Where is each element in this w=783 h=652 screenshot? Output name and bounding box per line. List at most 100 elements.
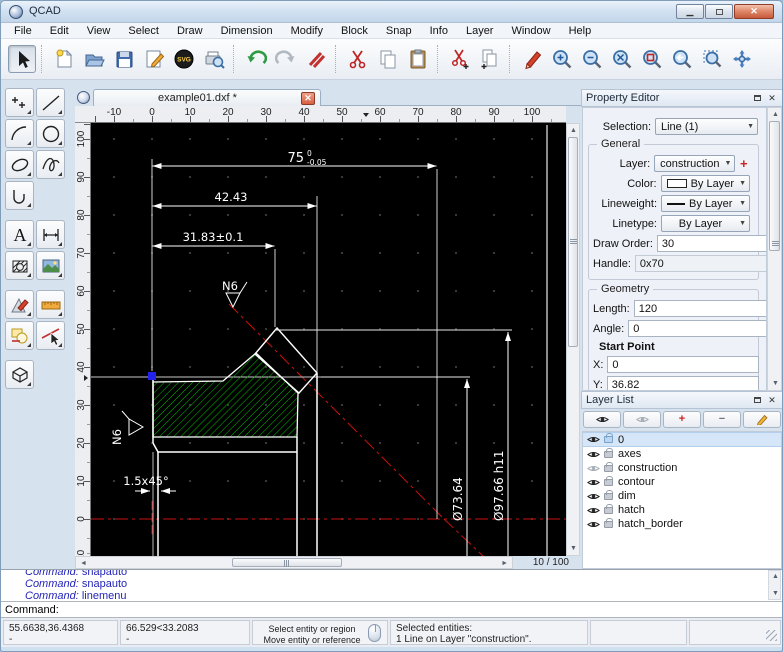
arc-tool-button[interactable] [5,119,34,148]
layer-row-hatch[interactable]: hatch [583,503,781,517]
modify-tool-button[interactable] [5,290,34,319]
layer-row-0[interactable]: 0 [583,432,781,447]
menu-view[interactable]: View [78,24,120,38]
add-layer-list-button[interactable]: + [663,411,701,428]
zoom-previous-button[interactable] [668,45,696,73]
draw-pencil-button[interactable] [518,45,546,73]
selection-combo[interactable]: Line (1) [655,118,758,135]
pe-scroll-up-arrow[interactable]: ▲ [772,111,779,118]
layer-row-construction[interactable]: construction [583,461,781,475]
show-all-layers-button[interactable] [583,411,621,428]
command-input[interactable] [63,603,783,617]
menu-layer[interactable]: Layer [457,24,503,38]
zoom-window-button[interactable] [698,45,726,73]
layer-visibility-off-icon[interactable] [587,464,600,473]
text-tool-button[interactable]: A [5,220,34,249]
history-scroll-down[interactable]: ▼ [772,590,779,597]
zoom-out-button[interactable] [578,45,606,73]
layer-lock-icon[interactable] [604,507,613,514]
cut-with-reference-button[interactable] [446,45,474,73]
polyline-tool-button[interactable] [5,181,34,210]
drawing-canvas[interactable]: 75 0 -0.05 42.43 31.83±0.1 1.5x45° N6 N6… [91,123,566,556]
layer-lock-icon[interactable] [604,451,613,458]
layer-lock-icon[interactable] [604,493,613,500]
horizontal-scroll-thumb[interactable] [232,558,342,567]
menu-modify[interactable]: Modify [282,24,332,38]
layer-lock-icon[interactable] [604,436,613,443]
layer-lock-icon[interactable] [604,465,613,472]
save-button[interactable] [110,45,138,73]
menu-block[interactable]: Block [332,24,377,38]
property-editor-scrollbar[interactable]: ▲ ▼ [767,107,782,391]
hatch-tool-button[interactable] [5,251,34,280]
document-tab-close-button[interactable]: ✕ [301,92,315,105]
pan-button[interactable] [728,45,756,73]
layer-visibility-icon[interactable] [587,450,600,459]
image-tool-button[interactable] [36,251,65,280]
layer-visibility-icon[interactable] [587,492,600,501]
add-layer-button[interactable]: + [737,156,750,171]
close-button[interactable]: ✕ [734,4,774,19]
menu-file[interactable]: File [5,24,41,38]
minimize-button[interactable]: ▁ [676,4,704,19]
menu-help[interactable]: Help [560,24,601,38]
layer-lock-icon[interactable] [604,479,613,486]
zoom-auto-button[interactable] [608,45,636,73]
menu-edit[interactable]: Edit [41,24,78,38]
circle-tool-button[interactable] [36,119,65,148]
line-tool-button[interactable] [36,88,65,117]
draw-order-input[interactable] [657,235,767,252]
history-scroll-up[interactable]: ▲ [772,573,779,580]
pe-scroll-thumb[interactable] [769,121,780,251]
block-tool-button[interactable] [5,321,34,350]
new-file-button[interactable] [50,45,78,73]
hide-all-layers-button[interactable] [623,411,661,428]
document-tab[interactable]: example01.dxf * ✕ [93,89,321,106]
spline-tool-button[interactable] [36,150,65,179]
layer-list-close-button[interactable]: ✕ [766,394,778,406]
layer-visibility-icon[interactable] [587,478,600,487]
length-input[interactable] [634,300,767,317]
menu-dimension[interactable]: Dimension [212,24,282,38]
start-x-input[interactable] [607,356,759,373]
measure-tool-button[interactable] [36,290,65,319]
cut-button[interactable] [344,45,372,73]
undo-button[interactable] [242,45,270,73]
layer-visibility-icon[interactable] [587,520,600,529]
ellipse-tool-button[interactable] [5,150,34,179]
point-tool-button[interactable] [5,88,34,117]
menu-window[interactable]: Window [502,24,559,38]
vertical-scroll-thumb[interactable] [568,137,578,347]
menu-draw[interactable]: Draw [168,24,212,38]
lineweight-combo[interactable]: By Layer [661,195,750,212]
layer-row-contour[interactable]: contour [583,475,781,489]
paste-button[interactable] [404,45,432,73]
copy-with-reference-button[interactable] [476,45,504,73]
property-editor-float-button[interactable] [751,92,763,104]
menu-snap[interactable]: Snap [377,24,421,38]
canvas-horizontal-scrollbar[interactable]: ◄ ► [75,556,513,569]
title-bar[interactable]: QCAD ▁ ✕ [1,1,782,23]
layer-visibility-icon[interactable] [587,435,600,444]
delete-button[interactable] [302,45,330,73]
scroll-left-arrow[interactable]: ◄ [80,560,87,567]
menu-info[interactable]: Info [421,24,457,38]
scroll-up-arrow[interactable]: ▲ [570,127,577,134]
layer-combo[interactable]: construction [654,155,735,172]
start-y-input[interactable] [607,376,759,391]
pe-scroll-down-arrow[interactable]: ▼ [772,380,779,387]
angle-input[interactable] [628,320,767,337]
solid-tool-button[interactable] [5,360,34,389]
remove-entity-tool-button[interactable] [36,321,65,350]
layer-list-title-bar[interactable]: Layer List ✕ [581,391,783,409]
selection-reference-point[interactable] [148,372,156,380]
svg-export-button[interactable]: SVG [170,45,198,73]
save-as-button[interactable] [140,45,168,73]
canvas-vertical-scrollbar[interactable]: ▲ ▼ [566,123,580,556]
resize-grip[interactable] [766,630,777,641]
scroll-down-arrow[interactable]: ▼ [570,545,577,552]
layer-row-axes[interactable]: axes [583,447,781,461]
zoom-in-button[interactable] [548,45,576,73]
open-file-button[interactable] [80,45,108,73]
redo-button[interactable] [272,45,300,73]
